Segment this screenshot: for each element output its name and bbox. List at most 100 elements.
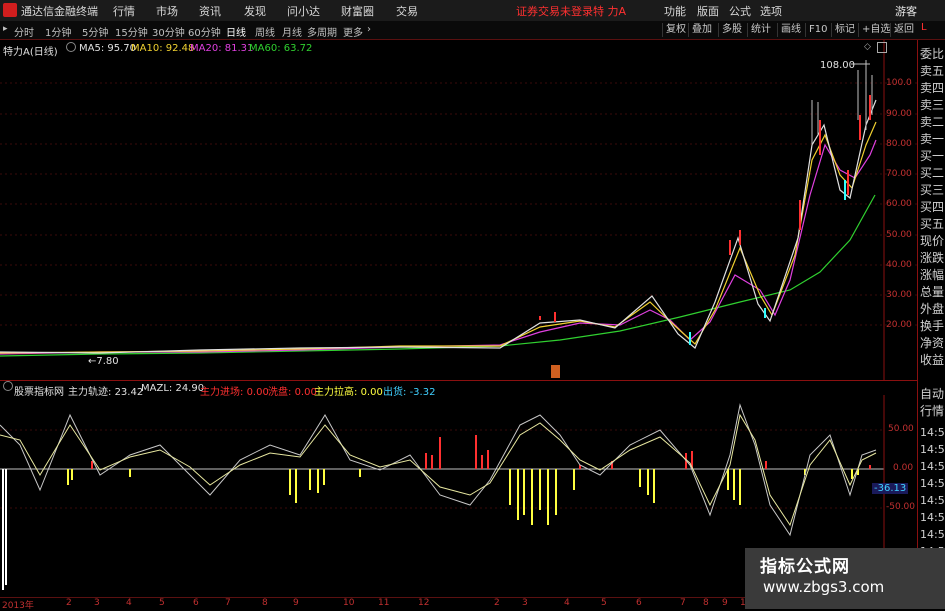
candle-up	[539, 95, 871, 322]
menu-function[interactable]: 功能	[664, 3, 686, 19]
ind-tick-neg50: -50.00	[886, 502, 916, 512]
tool-multi-stock[interactable]: 多股	[718, 23, 745, 37]
rp-item-10[interactable]: 买五	[920, 216, 944, 233]
tool-mark[interactable]: 标记	[831, 23, 858, 37]
period-5min[interactable]: 5分钟	[82, 24, 108, 39]
tool-stats[interactable]: 统计	[747, 23, 774, 37]
rp-item-14[interactable]: 总量	[920, 284, 944, 301]
tool-add-watch[interactable]: +自选	[858, 23, 893, 37]
candlestick-chart[interactable]: 108.00 ←7.80	[0, 40, 917, 380]
rp-item-15[interactable]: 外盘	[920, 301, 944, 318]
menu-news[interactable]: 资讯	[199, 3, 221, 19]
date-label: 12	[418, 598, 430, 608]
menu-market[interactable]: 市场	[156, 3, 178, 19]
tool-draw[interactable]: 画线	[777, 23, 804, 37]
chevron-right-icon[interactable]: ›	[367, 24, 371, 35]
period-1min[interactable]: 1分钟	[45, 24, 71, 39]
period-60min[interactable]: 60分钟	[188, 24, 221, 39]
period-daily[interactable]: 日线	[226, 24, 246, 39]
date-label: 6	[636, 598, 642, 608]
rp-time-5: 14:50	[920, 511, 945, 524]
rp-item-6[interactable]: 买一	[920, 148, 944, 165]
tool-f10[interactable]: F10	[805, 23, 830, 37]
panel-toggle-icon[interactable]: L	[921, 22, 927, 33]
y-tick-100: 100.0	[886, 78, 912, 88]
menu-options[interactable]: 选项	[760, 3, 782, 19]
menu-layout[interactable]: 版面	[697, 3, 719, 19]
y-tick-20: 20.00	[886, 320, 912, 330]
diamond-icon[interactable]: ◇	[864, 42, 871, 52]
date-label: 7	[225, 598, 231, 608]
high-label: 108.00	[820, 60, 855, 71]
period-more[interactable]: 更多	[343, 24, 363, 39]
ma5-line	[0, 99, 877, 354]
date-label: 5	[601, 598, 607, 608]
low-label: ←7.80	[88, 356, 119, 367]
rp-item-1[interactable]: 卖五	[920, 63, 944, 80]
panel-divider	[0, 380, 917, 381]
current-value-badge: -36.13	[872, 483, 909, 494]
rp-item-5[interactable]: 卖一	[920, 131, 944, 148]
date-label: 8	[262, 598, 268, 608]
rp-auto[interactable]: 自动	[920, 386, 944, 403]
rp-time-1: 14:50	[920, 443, 945, 456]
date-label: 7	[680, 598, 686, 608]
rp-time-0: 14:50	[920, 426, 945, 439]
rp-item-2[interactable]: 卖四	[920, 80, 944, 97]
rp-item-7[interactable]: 买二	[920, 165, 944, 182]
menu-trade[interactable]: 交易	[396, 3, 418, 19]
menu-quotes[interactable]: 行情	[113, 3, 135, 19]
rp-quotes[interactable]: 行情	[920, 403, 944, 420]
indicator-mazl: MAZL: 24.90	[141, 383, 205, 394]
date-label: 9	[722, 598, 728, 608]
period-tick[interactable]: 分时	[14, 24, 34, 39]
y-tick-90: 90.00	[886, 109, 912, 119]
y-tick-40: 40.00	[886, 260, 912, 270]
rp-item-11[interactable]: 现价	[920, 233, 944, 250]
user-guest[interactable]: 游客	[895, 3, 917, 19]
rp-item-17[interactable]: 净资	[920, 335, 944, 352]
rp-item-4[interactable]: 卖二	[920, 114, 944, 131]
event-marker[interactable]	[551, 365, 560, 378]
period-monthly[interactable]: 月线	[282, 24, 302, 39]
rp-item-12[interactable]: 涨跌	[920, 250, 944, 267]
app-title: 通达信金融终端	[21, 5, 98, 18]
login-warning: 证券交易未登录	[516, 5, 593, 18]
rp-item-9[interactable]: 买四	[920, 199, 944, 216]
period-15min[interactable]: 15分钟	[115, 24, 148, 39]
date-label: 11	[378, 598, 390, 608]
rp-item-13[interactable]: 涨幅	[920, 267, 944, 284]
menu-wealth[interactable]: 财富圈	[341, 3, 374, 19]
period-30min[interactable]: 30分钟	[152, 24, 185, 39]
date-label: 2	[66, 598, 72, 608]
date-label: 4	[126, 598, 132, 608]
tool-back[interactable]: 返回	[890, 23, 917, 37]
pull-up-bars	[67, 469, 859, 525]
date-label: 10	[343, 598, 355, 608]
maximize-icon[interactable]	[877, 42, 887, 53]
main-track-line	[0, 403, 877, 537]
rp-item-8[interactable]: 买三	[920, 182, 944, 199]
rp-item-18[interactable]: 收益	[920, 352, 944, 369]
initial-bar	[2, 469, 7, 590]
period-multi[interactable]: 多周期	[307, 24, 337, 39]
menu-discover[interactable]: 发现	[244, 3, 266, 19]
tool-overlay[interactable]: 叠加	[688, 23, 715, 37]
rp-item-16[interactable]: 换手	[920, 318, 944, 335]
date-label: 5	[159, 598, 165, 608]
date-label: 6	[193, 598, 199, 608]
date-label: 9	[293, 598, 299, 608]
indicator-settings-icon[interactable]	[3, 381, 13, 391]
period-weekly[interactable]: 周线	[255, 24, 275, 39]
menu-ask[interactable]: 问小达	[287, 3, 320, 19]
date-label: 8	[703, 598, 709, 608]
rp-item-3[interactable]: 卖三	[920, 97, 944, 114]
menu-formula[interactable]: 公式	[729, 3, 751, 19]
y-tick-60: 60.00	[886, 199, 912, 209]
chevron-left-icon[interactable]: ▸	[3, 24, 8, 34]
tool-adjust[interactable]: 复权	[662, 23, 689, 37]
date-label: 2	[494, 598, 500, 608]
date-label: 4	[564, 598, 570, 608]
ind-tick-0: 0.00	[893, 463, 914, 473]
rp-item-0[interactable]: 委比	[920, 46, 944, 63]
